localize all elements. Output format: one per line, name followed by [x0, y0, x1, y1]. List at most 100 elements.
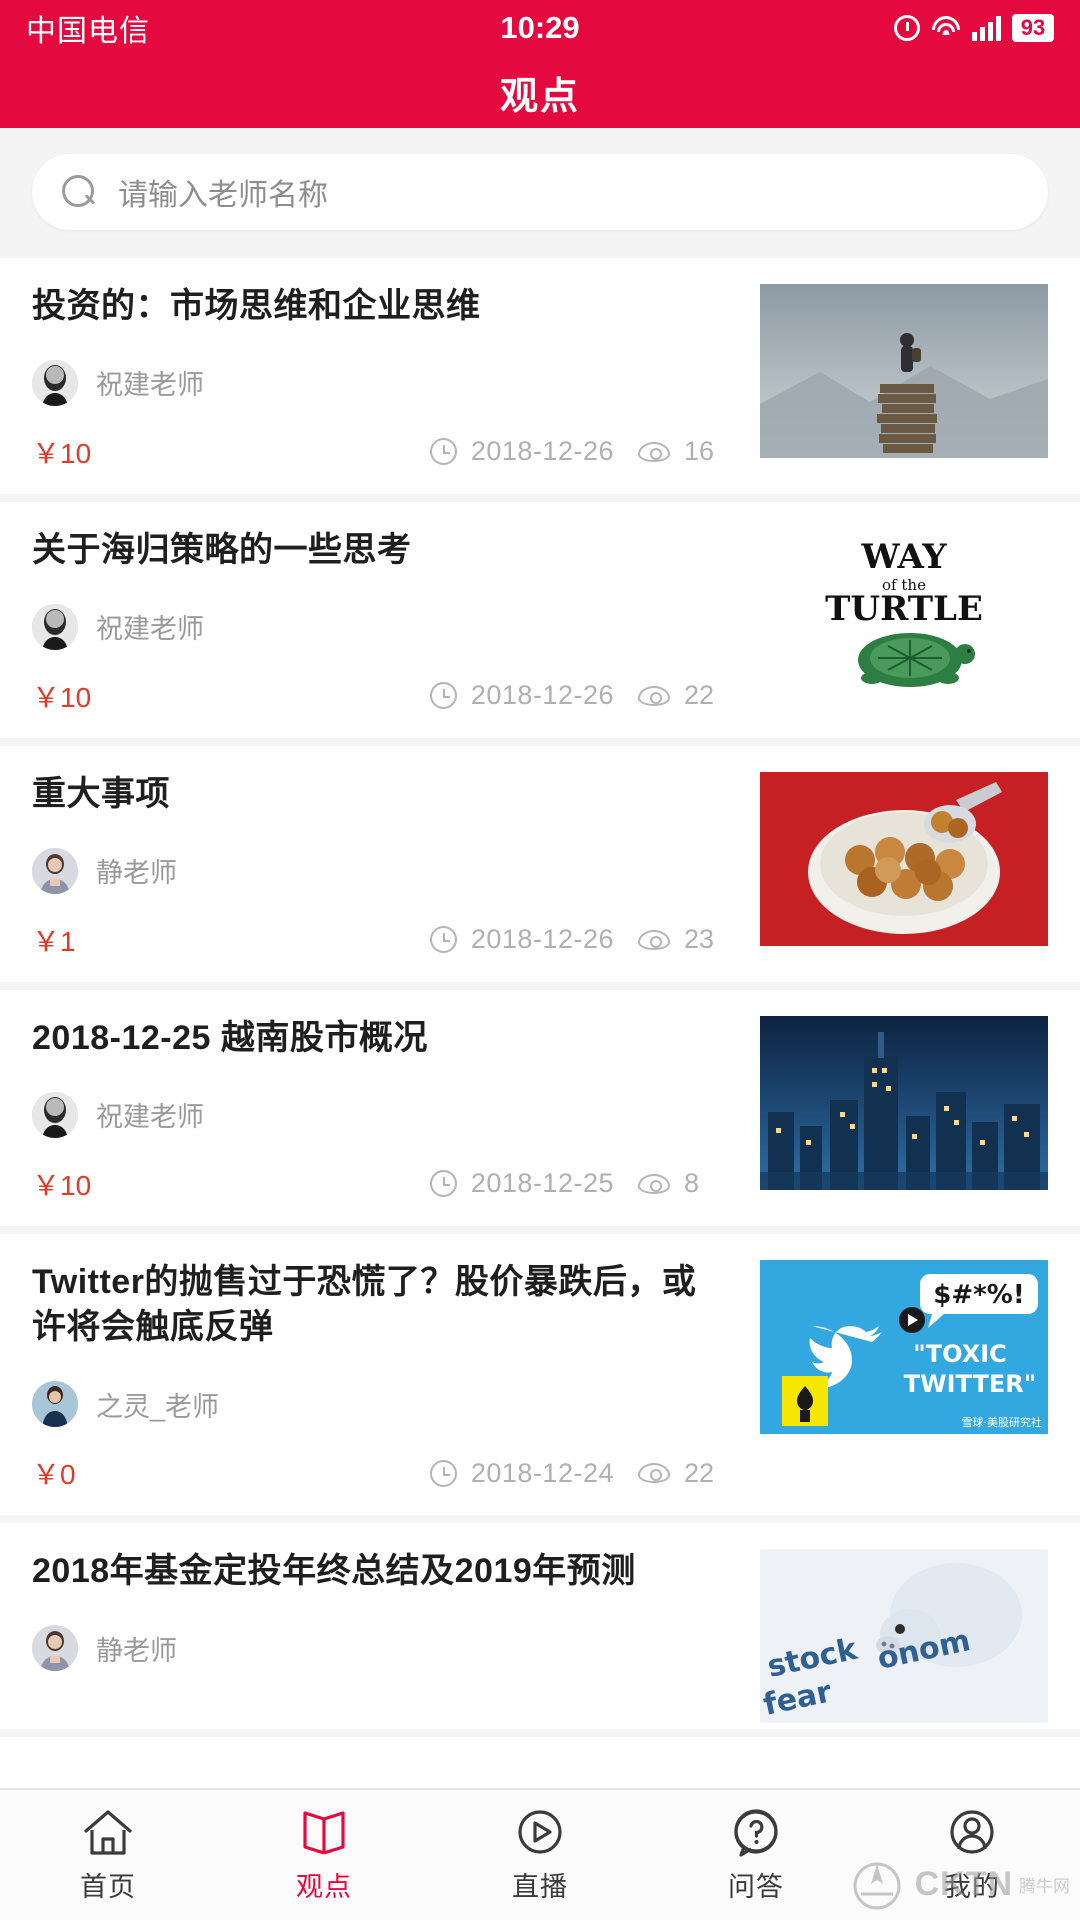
- list-item-thumbnail: $#*%! "TOXIC TWITTER" 雪球·美股研究社: [760, 1259, 1048, 1434]
- list-item-meta: ￥1 2018-12-26 23: [32, 920, 718, 960]
- tab-label: 观点: [296, 1871, 352, 1902]
- svg-text:雪球·美股研究社: 雪球·美股研究社: [962, 1415, 1043, 1429]
- list-item-author: 祝建老师: [32, 603, 718, 650]
- eye-icon: [638, 1463, 670, 1484]
- tab-label: 我的: [944, 1871, 1000, 1902]
- list-item-meta: ￥10 2018-12-26 16: [32, 432, 718, 472]
- views-count: 8: [684, 1168, 700, 1199]
- list-item-thumbnail: stock onom fear: [760, 1549, 1048, 1724]
- list-item-title: 重大事项: [32, 774, 170, 813]
- svg-text:"TOXIC: "TOXIC: [913, 1340, 1006, 1368]
- views-count: 23: [684, 924, 715, 955]
- date-label: 2018-12-26: [470, 680, 614, 711]
- list-item-title: 关于海归策略的一些思考: [32, 530, 412, 569]
- meta-right: 2018-12-26 23: [429, 924, 718, 955]
- status-bar: 中国电信 10:29 93: [0, 0, 1080, 56]
- list-item-meta: ￥10 2018-12-25 8: [32, 1164, 718, 1204]
- eye-icon: [638, 1173, 670, 1194]
- search-input[interactable]: 请输入老师名称: [32, 154, 1048, 230]
- meta-right: 2018-12-24 22: [429, 1457, 718, 1489]
- tab-qa[interactable]: 问答: [648, 1790, 864, 1920]
- eye-icon: [638, 441, 670, 462]
- list-item-author: 静老师: [32, 1625, 718, 1672]
- avatar: [32, 1625, 78, 1672]
- list-item-meta: ￥10 2018-12-26 22: [32, 676, 718, 716]
- list-item[interactable]: Twitter的抛售过于恐慌了？股价暴跌后，或许将会触底反弹 之灵_老师 ￥0 …: [0, 1233, 1080, 1524]
- search-placeholder: 请输入老师名称: [118, 179, 328, 212]
- price-label: ￥10: [32, 681, 92, 713]
- list-item-thumbnail: [760, 771, 1048, 946]
- avatar: [32, 603, 78, 650]
- author-name: 祝建老师: [96, 614, 204, 645]
- price-label: ￥10: [32, 1169, 92, 1201]
- tab-opinion[interactable]: 观点: [216, 1790, 432, 1920]
- clock-icon: [429, 1170, 457, 1198]
- svg-text:$#*%!: $#*%!: [933, 1280, 1024, 1310]
- list-item-author: 之灵_老师: [32, 1381, 718, 1428]
- tab-label: 首页: [80, 1871, 136, 1902]
- tab-live[interactable]: 直播: [432, 1790, 648, 1920]
- list-item-title: 2018年基金定投年终总结及2019年预测: [32, 1552, 636, 1591]
- views-count: 22: [684, 1457, 715, 1488]
- alarm-icon: [894, 15, 920, 41]
- date-label: 2018-12-24: [470, 1457, 614, 1488]
- tab-home[interactable]: 首页: [0, 1790, 216, 1920]
- views-count: 22: [684, 680, 715, 711]
- opinion-list: 投资的：市场思维和企业思维 祝建老师 ￥10 2018-12-26 16 关于海…: [0, 258, 1080, 1788]
- eye-icon: [638, 929, 670, 950]
- list-item-author: 祝建老师: [32, 1091, 718, 1138]
- page-title: 观点: [499, 75, 580, 118]
- svg-text:TURTLE: TURTLE: [825, 589, 983, 629]
- author-name: 祝建老师: [96, 370, 204, 401]
- svg-text:TWITTER": TWITTER": [904, 1370, 1036, 1398]
- author-name: 之灵_老师: [96, 1391, 220, 1422]
- clock-icon: [429, 438, 457, 466]
- question-bubble-icon: [734, 1808, 778, 1857]
- avatar: [32, 1091, 78, 1138]
- app-root: 中国电信 10:29 93 观点 请输入老师名称 投资的：市场思维和企业思维 祝…: [0, 0, 1080, 1920]
- list-item[interactable]: 2018-12-25 越南股市概况 祝建老师 ￥10 2018-12-25 8: [0, 989, 1080, 1234]
- list-item-author: 静老师: [32, 847, 718, 894]
- price-label: ￥10: [32, 437, 92, 469]
- page-header: 观点: [0, 56, 1080, 128]
- list-item-title: 2018-12-25 越南股市概况: [32, 1018, 428, 1057]
- author-name: 祝建老师: [96, 1102, 204, 1133]
- meta-right: 2018-12-25 8: [429, 1168, 718, 1199]
- avatar: [32, 1381, 78, 1428]
- date-label: 2018-12-26: [470, 436, 614, 467]
- play-circle-icon: [518, 1809, 562, 1854]
- list-item-thumbnail: [760, 1015, 1048, 1190]
- wifi-icon: [931, 16, 961, 40]
- clock-icon: [429, 926, 457, 954]
- user-icon: [950, 1809, 994, 1854]
- list-item[interactable]: 投资的：市场思维和企业思维 祝建老师 ￥10 2018-12-26 16: [0, 258, 1080, 502]
- list-item-thumbnail: WAY of the TURTLE: [760, 527, 1048, 702]
- avatar: [32, 847, 78, 894]
- meta-right: 2018-12-26 22: [429, 680, 718, 711]
- author-name: 静老师: [96, 1635, 177, 1666]
- bottom-nav: 首页 观点 直播 问答 我的: [0, 1788, 1080, 1920]
- clock-icon: [429, 682, 457, 710]
- date-label: 2018-12-26: [470, 924, 614, 955]
- meta-right: 2018-12-26 16: [429, 436, 718, 467]
- list-item[interactable]: 2018年基金定投年终总结及2019年预测 静老师 stock onom fea…: [0, 1523, 1080, 1738]
- price-label: ￥0: [32, 1459, 76, 1491]
- avatar: [32, 359, 78, 406]
- list-item-title: Twitter的抛售过于恐慌了？股价暴跌后，或许将会触底反弹: [32, 1262, 697, 1347]
- status-icons: 93: [894, 14, 1054, 42]
- views-count: 16: [684, 436, 715, 467]
- list-item-title: 投资的：市场思维和企业思维: [32, 287, 481, 325]
- home-icon: [84, 1809, 132, 1855]
- list-item-meta: ￥0 2018-12-24 22: [32, 1453, 718, 1493]
- list-item-author: 祝建老师: [32, 359, 718, 406]
- price-label: ￥1: [32, 925, 76, 957]
- list-item[interactable]: 重大事项 静老师 ￥1 2018-12-26 23: [0, 745, 1080, 990]
- signal-icon: [972, 15, 1001, 41]
- tab-mine[interactable]: 我的: [864, 1790, 1080, 1920]
- eye-icon: [638, 685, 670, 706]
- book-icon: [303, 1810, 345, 1855]
- search-section: 请输入老师名称: [0, 128, 1080, 258]
- list-item[interactable]: 关于海归策略的一些思考 祝建老师 ￥10 2018-12-26 22 WAY o…: [0, 501, 1080, 746]
- svg-text:WAY: WAY: [861, 537, 948, 577]
- search-icon: [62, 175, 96, 209]
